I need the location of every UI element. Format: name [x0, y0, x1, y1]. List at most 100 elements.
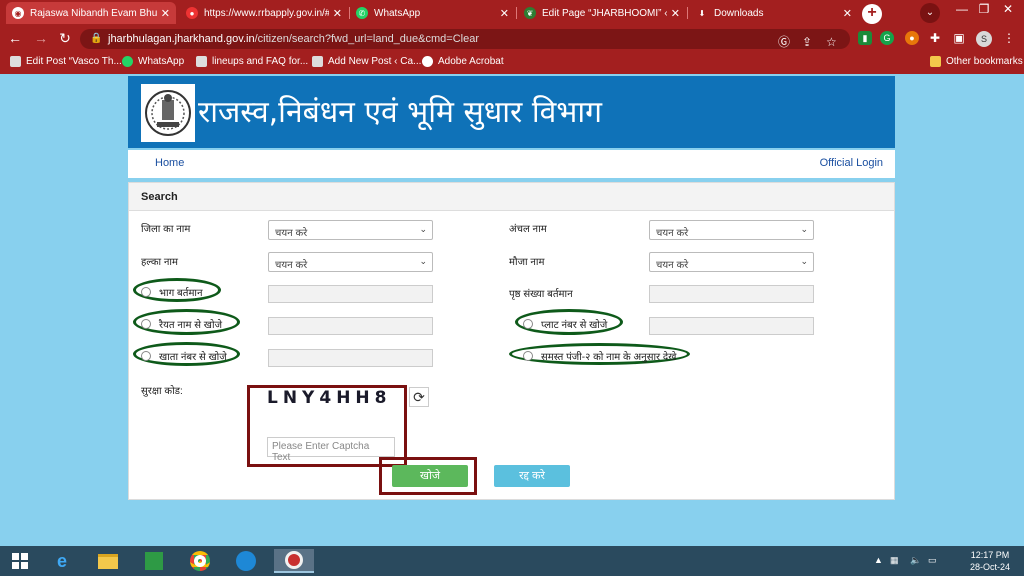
- reload-icon[interactable]: ↻: [56, 30, 74, 47]
- google-lens-icon[interactable]: Ⓖ: [778, 32, 790, 52]
- bookmark-vasco[interactable]: Edit Post “Vasco Th...: [10, 56, 122, 67]
- radio-plot[interactable]: प्लाट नंबर से खोजे: [523, 317, 607, 331]
- chrome-active-icon[interactable]: [274, 549, 314, 573]
- close-tab-icon[interactable]: ✕: [500, 7, 509, 20]
- tab-rrbapply[interactable]: ● https://www.rrbapply.gov.in/#/ ✕: [180, 2, 348, 24]
- page-number-input[interactable]: [649, 285, 814, 303]
- back-icon[interactable]: ←: [6, 30, 24, 46]
- chrome-icon[interactable]: [186, 549, 214, 573]
- battery-icon[interactable]: ▭: [928, 555, 937, 566]
- tab-whatsapp[interactable]: ✆ WhatsApp ✕: [350, 2, 515, 24]
- wp-icon: [10, 56, 21, 67]
- captcha-input[interactable]: Please Enter Captcha Text: [267, 437, 395, 463]
- close-tab-icon[interactable]: ✕: [671, 7, 680, 20]
- close-tab-icon[interactable]: ✕: [843, 7, 852, 20]
- tab-strip: ◉ Rajaswa Nibandh Evam Bhumi ✕ ● https:/…: [0, 0, 1024, 26]
- radio-button[interactable]: [141, 351, 151, 361]
- bhag-input[interactable]: [268, 285, 433, 303]
- extension-icon-2[interactable]: ●: [905, 31, 919, 45]
- radio-bhag[interactable]: भाग बर्तमान: [141, 285, 203, 299]
- search-button[interactable]: खोजे: [392, 465, 468, 487]
- chevron-down-icon: ⌄: [419, 224, 427, 234]
- khata-input[interactable]: [268, 349, 433, 367]
- official-login-link[interactable]: Official Login: [820, 157, 883, 169]
- bookmark-acrobat[interactable]: Adobe Acrobat: [422, 56, 504, 67]
- menu-icon[interactable]: ⋮: [1002, 31, 1016, 45]
- wp-icon: [312, 56, 323, 67]
- cancel-button[interactable]: रद्द करे: [494, 465, 570, 487]
- bookmarks-bar: Edit Post “Vasco Th... WhatsApp lineups …: [0, 52, 1024, 74]
- file-explorer-icon[interactable]: [94, 549, 122, 573]
- grammarly-icon[interactable]: G: [880, 31, 894, 45]
- share-icon[interactable]: ⇪: [802, 32, 812, 52]
- minimize-icon[interactable]: —: [950, 2, 974, 16]
- bookmark-lineups[interactable]: lineups and FAQ for...: [196, 56, 308, 67]
- folder-icon: [930, 56, 941, 67]
- whatsapp-icon: ✆: [356, 7, 368, 19]
- tray-expand-icon[interactable]: ▲: [874, 555, 883, 565]
- volume-icon[interactable]: 🔈: [910, 555, 921, 566]
- raiyat-input[interactable]: [268, 317, 433, 335]
- jharkhand-emblem-logo: [141, 84, 195, 142]
- extension-icon[interactable]: ▮: [858, 31, 872, 45]
- forward-icon[interactable]: →: [32, 30, 50, 46]
- refresh-captcha-icon[interactable]: ⟳: [409, 387, 429, 407]
- system-tray: ▲ ▦ 🔈 ▭ 12:17 PM 28-Oct-24: [864, 546, 1024, 576]
- halka-label: हल्का नाम: [141, 257, 178, 268]
- windows-taskbar: e ▲ ▦ 🔈 ▭ 12:17 PM 28-Oct-24: [0, 546, 1024, 576]
- nav-home-link[interactable]: Home: [155, 157, 184, 169]
- profile-avatar[interactable]: S: [976, 31, 992, 47]
- chevron-down-icon: ⌄: [419, 256, 427, 266]
- network-icon[interactable]: ▦: [890, 555, 899, 566]
- radio-button[interactable]: [523, 319, 533, 329]
- anchal-select[interactable]: चयन करे ⌄: [649, 220, 814, 240]
- halka-select[interactable]: चयन करे ⌄: [268, 252, 433, 272]
- restore-icon[interactable]: ❐: [972, 2, 996, 16]
- edge-icon[interactable]: [232, 549, 260, 573]
- site-banner: राजस्व,निबंधन एवं भूमि सुधार विभाग: [128, 76, 895, 148]
- captcha-image-text: LNY4HH8: [267, 388, 392, 408]
- radio-panji[interactable]: समस्त पंजी-२ को नाम के अनुसार देखे: [523, 349, 676, 363]
- radio-button[interactable]: [141, 319, 151, 329]
- globe-icon: ◉: [12, 7, 24, 19]
- page-number-label: पृष्ठ संख्या बर्तमान: [509, 289, 573, 300]
- bookmark-star-icon[interactable]: ☆: [826, 32, 837, 52]
- leaf-icon: ❦: [524, 7, 536, 19]
- acrobat-icon: [422, 56, 433, 67]
- chevron-down-icon: ⌄: [800, 224, 808, 234]
- tab-rajaswa[interactable]: ◉ Rajaswa Nibandh Evam Bhumi ✕: [6, 2, 176, 24]
- close-tab-icon[interactable]: ✕: [333, 7, 342, 20]
- district-label: जिला का नाम: [141, 224, 191, 235]
- browser-chrome: ◉ Rajaswa Nibandh Evam Bhumi ✕ ● https:/…: [0, 0, 1024, 74]
- captcha-label: सुरक्षा कोड:: [141, 386, 183, 397]
- other-bookmarks[interactable]: Other bookmarks: [930, 56, 1023, 67]
- radio-raiyat[interactable]: रैयत नाम से खोजे: [141, 317, 222, 331]
- bookmark-whatsapp[interactable]: WhatsApp: [122, 56, 184, 67]
- puzzle-icon[interactable]: ✚: [928, 31, 942, 45]
- new-tab-button[interactable]: +: [862, 4, 882, 24]
- district-select[interactable]: चयन करे ⌄: [268, 220, 433, 240]
- store-icon[interactable]: [140, 549, 168, 573]
- plot-input[interactable]: [649, 317, 814, 335]
- radio-button[interactable]: [523, 351, 533, 361]
- mauja-select[interactable]: चयन करे ⌄: [649, 252, 814, 272]
- address-row: ← → ↻ 🔒 jharbhulagan.jharkhand.gov.in/ci…: [0, 26, 1024, 52]
- site-navbar: Home Official Login: [128, 150, 895, 178]
- chevron-down-icon: ⌄: [800, 256, 808, 266]
- windows-start-icon[interactable]: [6, 549, 34, 573]
- sidepanel-icon[interactable]: ▣: [952, 31, 966, 45]
- tab-downloads[interactable]: ⬇ Downloads ✕: [690, 2, 858, 24]
- tab-edit-page[interactable]: ❦ Edit Page “JHARBHOOMI” ‹ JH ✕: [518, 2, 686, 24]
- rrb-icon: ●: [186, 7, 198, 19]
- internet-explorer-icon[interactable]: e: [48, 549, 76, 573]
- tab-search-button[interactable]: ⌄: [920, 3, 940, 23]
- address-bar[interactable]: 🔒 jharbhulagan.jharkhand.gov.in/citizen/…: [80, 29, 850, 49]
- close-tab-icon[interactable]: ✕: [161, 7, 170, 20]
- radio-button[interactable]: [141, 287, 151, 297]
- mauja-label: मौजा नाम: [509, 257, 545, 268]
- taskbar-clock[interactable]: 12:17 PM 28-Oct-24: [970, 549, 1010, 573]
- window-close-icon[interactable]: ✕: [996, 2, 1020, 16]
- radio-khata[interactable]: खाता नंबर से खोजे: [141, 349, 227, 363]
- wp-icon: [196, 56, 207, 67]
- bookmark-add-post[interactable]: Add New Post ‹ Ca...: [312, 56, 421, 67]
